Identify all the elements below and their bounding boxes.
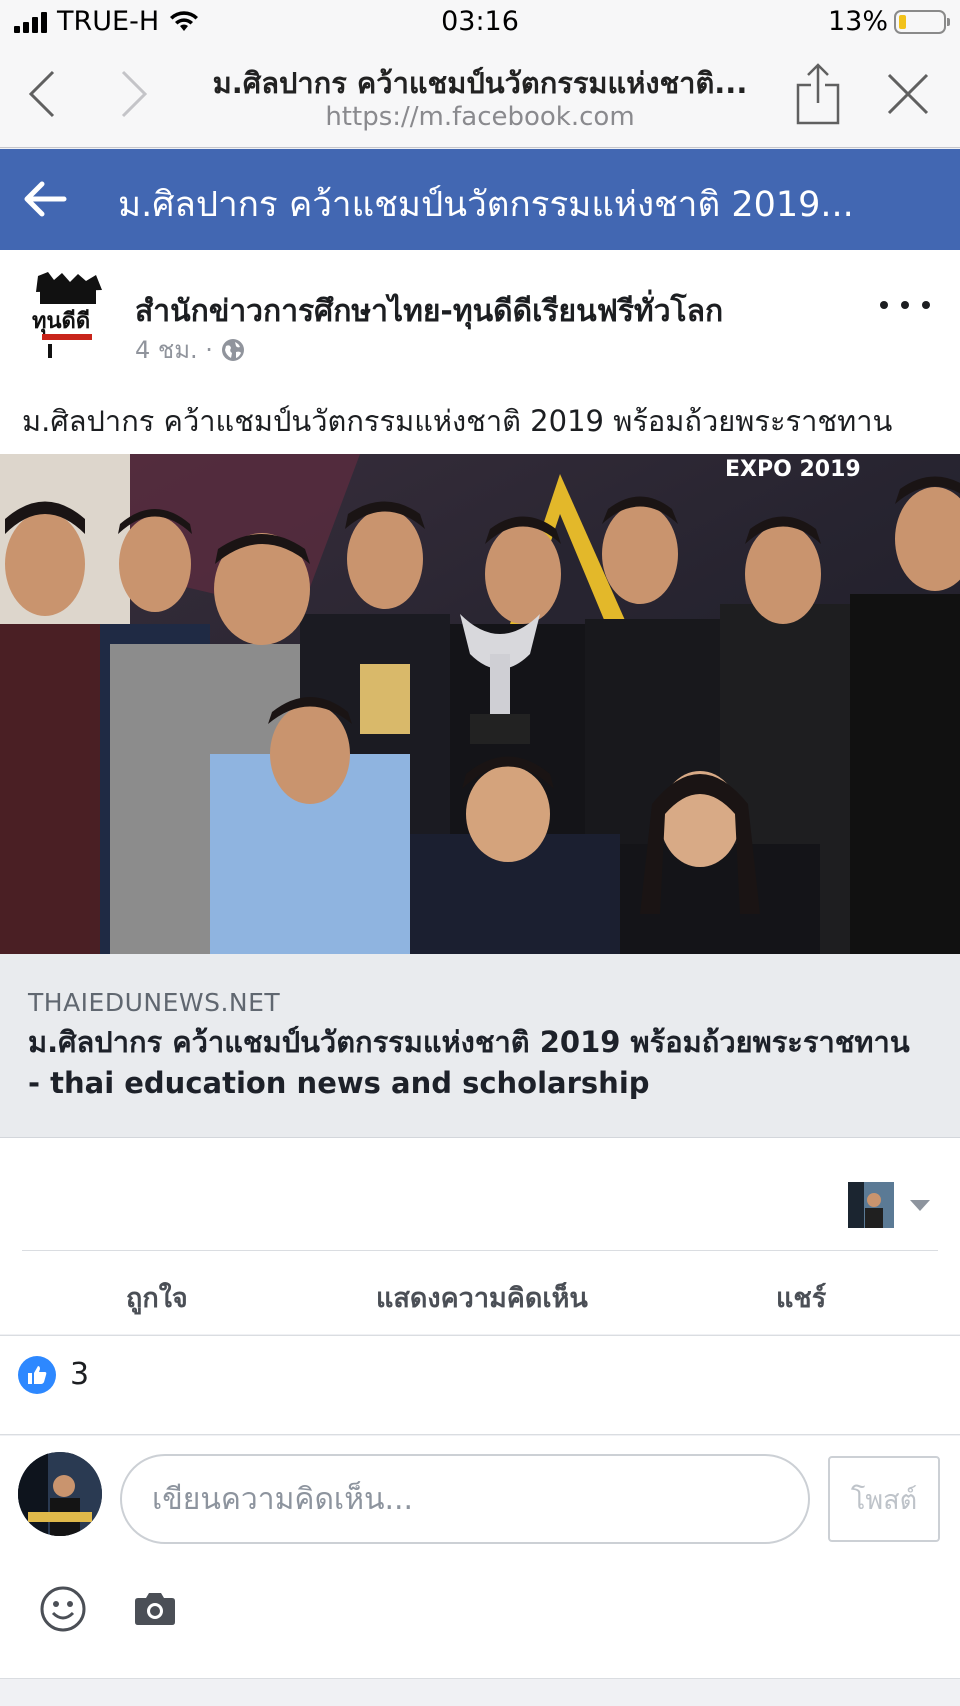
browser-url[interactable]: https://m.facebook.com (180, 102, 780, 132)
comment-input[interactable] (120, 1454, 810, 1544)
avatar-image (18, 1452, 102, 1536)
logo-text: ทุนดีดี (32, 309, 90, 335)
arrow-left-icon (24, 181, 67, 217)
reaction-count: 3 (70, 1357, 90, 1392)
more-options-button[interactable] (880, 290, 930, 320)
camera-icon (135, 1593, 175, 1625)
comment-button[interactable]: แสดงความคิดเห็น (376, 1276, 588, 1319)
battery-icon (894, 9, 950, 34)
globe-icon (221, 338, 244, 361)
link-title: ม.ศิลปากร คว้าแชมป์นวัตกรรมแห่งชาติ 2019… (28, 1025, 910, 1100)
dot-icon (901, 301, 909, 309)
caret-down-icon[interactable] (910, 1200, 930, 1211)
chevron-left-icon (28, 70, 55, 118)
page-avatar[interactable]: ทุนดีดี (28, 270, 108, 360)
forward-button[interactable] (106, 66, 162, 122)
comment-composer: โพสต์ (0, 1436, 960, 1678)
fb-back-button[interactable] (20, 174, 70, 224)
post-photo[interactable]: EXPO 2019 (0, 454, 960, 954)
emoji-button[interactable] (40, 1586, 86, 1632)
link-preview[interactable]: THAIEDUNEWS.NET ม.ศิลปากร คว้าแชมป์นวัตก… (0, 954, 960, 1138)
back-button[interactable] (14, 66, 70, 122)
share-icon (796, 63, 840, 125)
post-actions: ถูกใจ แสดงความคิดเห็น แชร์ (0, 1138, 960, 1334)
avatar-image (848, 1182, 894, 1228)
dot-icon (922, 301, 930, 309)
group-photo-illustration: EXPO 2019 (0, 454, 960, 954)
chevron-right-icon (121, 70, 148, 118)
post-message: ม.ศิลปากร คว้าแชมป์นวัตกรรมแห่งชาติ 2019… (22, 404, 893, 438)
dot-icon (880, 301, 888, 309)
close-browser-button[interactable] (880, 66, 936, 122)
post-time[interactable]: 4 ชม. · (135, 330, 213, 369)
thumbs-up-icon (28, 1366, 47, 1384)
link-domain: THAIEDUNEWS.NET (28, 988, 281, 1017)
battery-indicator: 13% (827, 6, 950, 37)
clock: 03:16 (441, 6, 519, 37)
like-button[interactable]: ถูกใจ (126, 1276, 188, 1319)
share-button[interactable]: แชร์ (776, 1276, 826, 1319)
post-as-avatar[interactable] (848, 1182, 894, 1228)
browser-bar: ม.ศิลปากร คว้าแชมป์นวัตกรรมแห่งชาติ... h… (0, 46, 960, 148)
smiley-icon (40, 1586, 86, 1632)
post-meta: 4 ชม. · (135, 330, 245, 369)
user-avatar (18, 1452, 102, 1536)
post-card: ทุนดีดี สำนักข่าวการศึกษาไทย-ทุนดีดีเรีย… (0, 250, 960, 1138)
expo-banner-text: EXPO 2019 (725, 457, 861, 482)
reactions-bar[interactable]: 3 (0, 1335, 960, 1435)
battery-percent: 13% (827, 6, 888, 37)
page-logo: ทุนดีดี (28, 270, 108, 360)
post-comment-button[interactable]: โพสต์ (828, 1456, 940, 1542)
close-icon (887, 73, 929, 115)
facebook-header: ม.ศิลปากร คว้าแชมป์นวัตกรรมแห่งชาติ 2019… (0, 149, 960, 250)
header-title: ม.ศิลปากร คว้าแชมป์นวัตกรรมแห่งชาติ 2019… (118, 185, 854, 225)
divider (22, 1250, 938, 1251)
share-page-button[interactable] (790, 63, 846, 125)
page-name-link[interactable]: สำนักข่าวการศึกษาไทย-ทุนดีดีเรียนฟรีทั่ว… (135, 288, 723, 335)
like-reaction-icon (18, 1356, 56, 1394)
browser-page-title: ม.ศิลปากร คว้าแชมป์นวัตกรรมแห่งชาติ... (212, 66, 748, 100)
bottom-divider (0, 1678, 960, 1706)
status-bar: TRUE-H 03:16 13% (0, 0, 960, 46)
camera-button[interactable] (134, 1590, 176, 1626)
